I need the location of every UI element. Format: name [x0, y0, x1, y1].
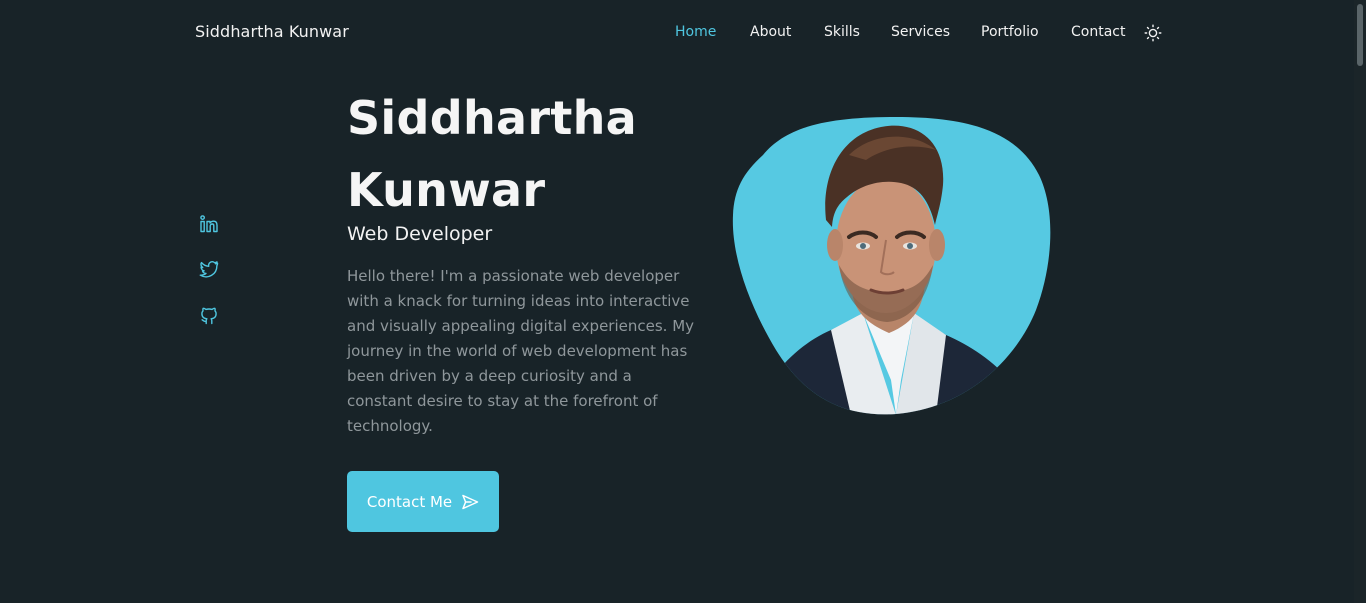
page-scrollbar[interactable]: [1354, 0, 1366, 603]
nav-item-home[interactable]: Home: [675, 24, 716, 40]
twitter-link[interactable]: [199, 259, 219, 279]
github-icon: [201, 307, 217, 325]
nav-item-skills[interactable]: Skills: [824, 24, 860, 40]
theme-toggle-button[interactable]: [1144, 24, 1162, 42]
hero-title-line-2: Kunwar: [347, 163, 546, 217]
nav-item-portfolio[interactable]: Portfolio: [981, 24, 1039, 40]
nav-item-services[interactable]: Services: [891, 24, 950, 40]
sun-icon: [1144, 24, 1162, 42]
scrollbar-thumb[interactable]: [1357, 4, 1363, 66]
nav-item-about[interactable]: About: [750, 24, 791, 40]
hero-subtitle: Web Developer: [347, 223, 493, 245]
hero-description: Hello there! I'm a passionate web develo…: [347, 267, 695, 435]
site-logo[interactable]: Siddhartha Kunwar: [195, 22, 349, 41]
send-icon: [462, 494, 479, 509]
linkedin-link[interactable]: [199, 214, 219, 234]
contact-me-button[interactable]: Contact Me: [347, 471, 499, 532]
hero-title-line-1: Siddhartha: [347, 91, 638, 145]
contact-me-label: Contact Me: [366, 492, 453, 511]
github-link[interactable]: [199, 305, 219, 325]
site-header: Siddhartha Kunwar Home About Skills Serv…: [0, 0, 1354, 66]
nav-item-contact[interactable]: Contact: [1071, 24, 1125, 40]
twitter-icon: [199, 261, 219, 278]
portfolio-page: Siddhartha Kunwar Home About Skills Serv…: [0, 0, 1366, 603]
linkedin-icon: [200, 215, 218, 233]
profile-image: [732, 117, 1051, 415]
hero-title: Siddhartha Kunwar: [347, 82, 637, 226]
